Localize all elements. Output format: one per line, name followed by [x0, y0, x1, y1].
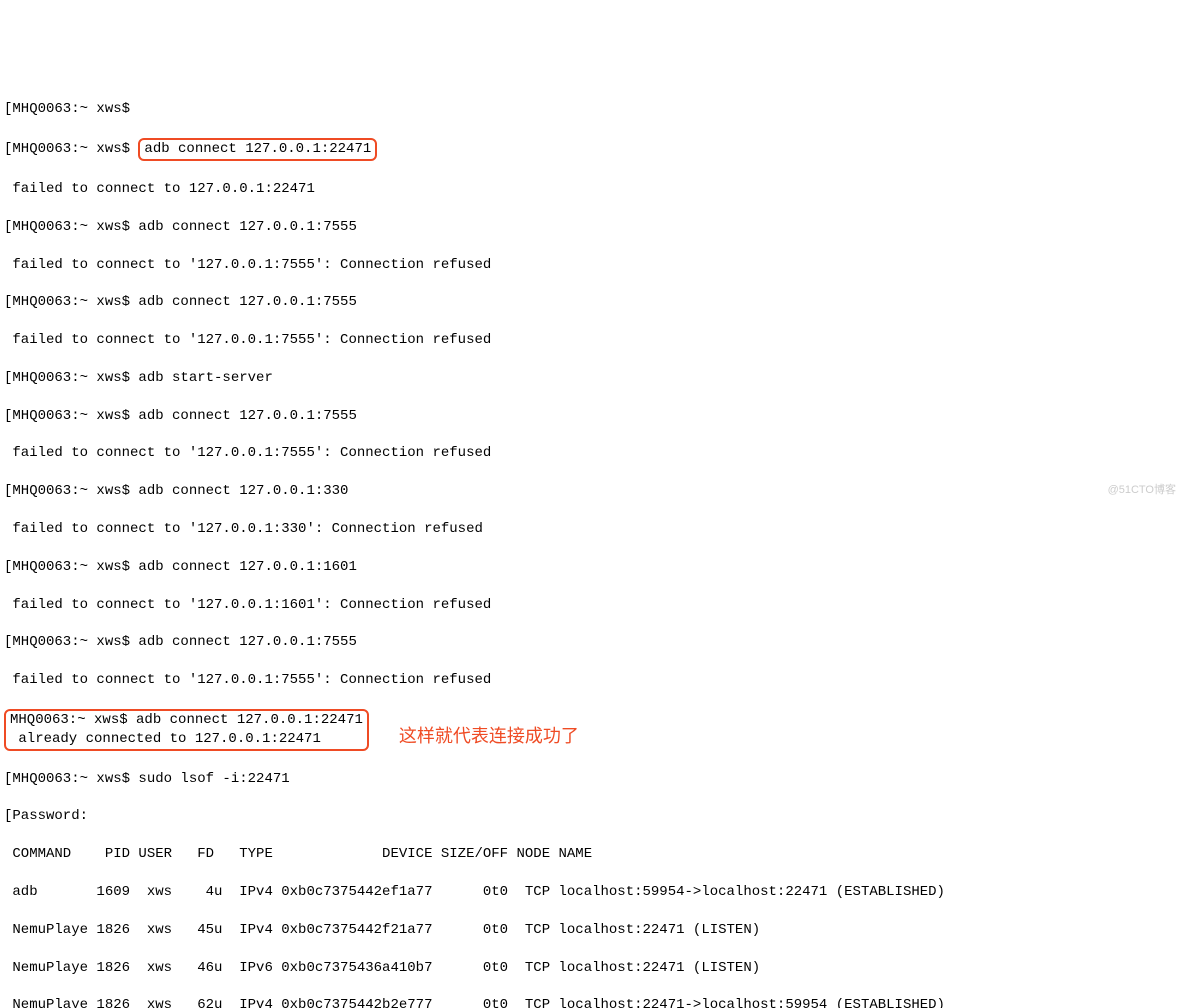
lsof-header: COMMAND PID USER FD TYPE DEVICE SIZE/OFF… [4, 845, 1180, 864]
out-password: [Password: [4, 807, 1180, 826]
out-fail-330: failed to connect to '127.0.0.1:330': Co… [4, 520, 1180, 539]
command-text: adb connect 127.0.0.1:22471 [136, 712, 363, 728]
prompt: [MHQ0063:~ xws$ [4, 483, 138, 499]
lsof-row-1: adb 1609 xws 4u IPv4 0xb0c7375442ef1a77 … [4, 883, 1180, 902]
annotation-success: 这样就代表连接成功了 [399, 726, 579, 746]
prompt: [MHQ0063:~ xws$ [4, 634, 138, 650]
cmd-line-8: [MHQ0063:~ xws$ adb connect 127.0.0.1:75… [4, 633, 1180, 652]
command-text: adb connect 127.0.0.1:330 [138, 483, 348, 499]
highlight-connect-22471: adb connect 127.0.0.1:22471 [138, 138, 377, 161]
lsof-row-2: NemuPlaye 1826 xws 45u IPv4 0xb0c7375442… [4, 921, 1180, 940]
out-fail-7555-d: failed to connect to '127.0.0.1:7555': C… [4, 671, 1180, 690]
highlight-success-block: MHQ0063:~ xws$ adb connect 127.0.0.1:224… [4, 709, 369, 751]
command-text: adb start-server [138, 370, 272, 386]
cmd-line-5: [MHQ0063:~ xws$ adb connect 127.0.0.1:75… [4, 407, 1180, 426]
command-text: adb connect 127.0.0.1:7555 [138, 634, 356, 650]
cmd-line-2: [MHQ0063:~ xws$ adb connect 127.0.0.1:75… [4, 218, 1180, 237]
cmd-line-4: [MHQ0063:~ xws$ adb start-server [4, 369, 1180, 388]
command-text: adb connect 127.0.0.1:1601 [138, 559, 356, 575]
command-text: adb connect 127.0.0.1:7555 [138, 294, 356, 310]
out-fail-7555-a: failed to connect to '127.0.0.1:7555': C… [4, 256, 1180, 275]
out-fail-7555-c: failed to connect to '127.0.0.1:7555': C… [4, 444, 1180, 463]
prompt: [MHQ0063:~ xws$ [4, 141, 138, 157]
watermark: @51CTO博客 [1108, 483, 1176, 498]
lsof-row-3: NemuPlaye 1826 xws 46u IPv6 0xb0c7375436… [4, 959, 1180, 978]
cmd-line-6: [MHQ0063:~ xws$ adb connect 127.0.0.1:33… [4, 482, 1180, 501]
out-fail-1601: failed to connect to '127.0.0.1:1601': C… [4, 596, 1180, 615]
command-text: adb connect 127.0.0.1:7555 [138, 408, 356, 424]
prompt: [MHQ0063:~ xws$ [4, 408, 138, 424]
cmd-line-lsof: [MHQ0063:~ xws$ sudo lsof -i:22471 [4, 770, 1180, 789]
prompt: [MHQ0063:~ xws$ [4, 559, 138, 575]
out-already-connected: already connected to 127.0.0.1:22471 [10, 731, 321, 747]
out-fail-22471: failed to connect to 127.0.0.1:22471 [4, 180, 1180, 199]
terminal-output: [MHQ0063:~ xws$ [MHQ0063:~ xws$ adb conn… [4, 82, 1180, 1008]
out-fail-7555-b: failed to connect to '127.0.0.1:7555': C… [4, 331, 1180, 350]
cmd-line-1: [MHQ0063:~ xws$ adb connect 127.0.0.1:22… [4, 138, 1180, 161]
prompt: MHQ0063:~ xws$ [10, 712, 136, 728]
prompt: [MHQ0063:~ xws$ [4, 294, 138, 310]
command-text: adb connect 127.0.0.1:7555 [138, 219, 356, 235]
lsof-row-4: NemuPlaye 1826 xws 62u IPv4 0xb0c7375442… [4, 996, 1180, 1008]
prompt: [MHQ0063:~ xws$ [4, 771, 138, 787]
prompt-line-empty: [MHQ0063:~ xws$ [4, 100, 1180, 119]
command-text: adb connect 127.0.0.1:22471 [144, 141, 371, 157]
highlight-block: MHQ0063:~ xws$ adb connect 127.0.0.1:224… [4, 709, 1180, 751]
prompt: [MHQ0063:~ xws$ [4, 370, 138, 386]
cmd-line-7: [MHQ0063:~ xws$ adb connect 127.0.0.1:16… [4, 558, 1180, 577]
prompt: [MHQ0063:~ xws$ [4, 101, 138, 117]
cmd-line-3: [MHQ0063:~ xws$ adb connect 127.0.0.1:75… [4, 293, 1180, 312]
command-text: sudo lsof -i:22471 [138, 771, 289, 787]
prompt: [MHQ0063:~ xws$ [4, 219, 138, 235]
